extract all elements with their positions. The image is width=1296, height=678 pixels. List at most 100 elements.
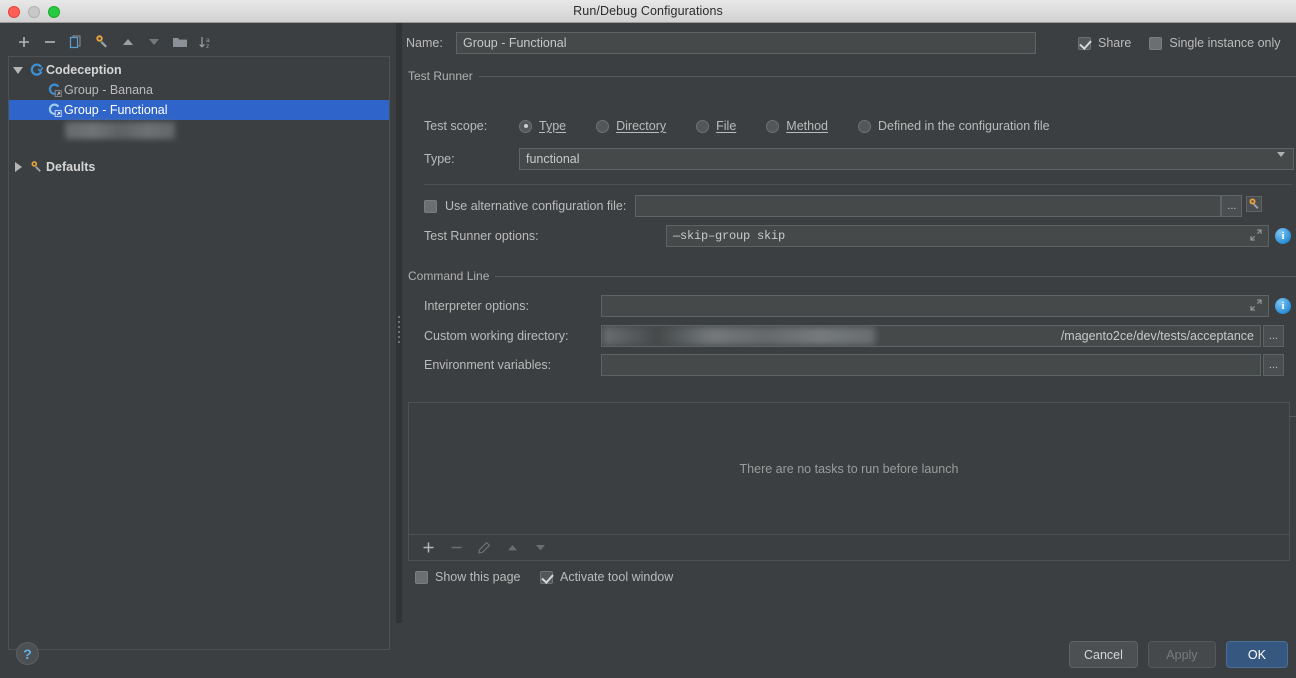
environment-variables-browse-button[interactable]: ... <box>1263 354 1284 376</box>
before-launch-toolbar <box>408 535 1290 561</box>
redacted-path-prefix <box>603 327 875 345</box>
before-launch-task-list[interactable]: There are no tasks to run before launch <box>408 402 1290 535</box>
type-value: functional <box>526 152 580 166</box>
environment-variables-input[interactable] <box>601 354 1261 376</box>
move-task-down-button <box>529 538 551 558</box>
alt-config-browse-button[interactable]: ... <box>1221 195 1243 217</box>
show-this-page-row[interactable]: Show this page <box>415 570 520 584</box>
add-task-button[interactable] <box>417 538 439 558</box>
form-divider <box>424 184 1292 185</box>
activate-tool-window-label: Activate tool window <box>560 570 674 584</box>
close-window-icon[interactable] <box>8 6 20 18</box>
runner-options-row: Test Runner options: —skip–group skip i <box>424 225 1291 247</box>
interpreter-options-info-icon[interactable]: i <box>1275 298 1291 314</box>
tree-item-defaults[interactable]: Defaults <box>9 157 389 177</box>
working-directory-input[interactable]: /magento2ce/dev/tests/acceptance <box>601 325 1261 347</box>
radio-file[interactable] <box>696 119 710 133</box>
activate-tool-window-row[interactable]: Activate tool window <box>540 570 673 584</box>
expand-collapse-icon[interactable] <box>9 162 27 172</box>
share-checkbox[interactable] <box>1078 36 1091 50</box>
expand-editor-icon[interactable] <box>1250 299 1262 314</box>
environment-variables-label: Environment variables: <box>424 358 552 372</box>
environment-variables-row: Environment variables: ... <box>424 354 1284 376</box>
show-this-page-checkbox[interactable] <box>415 570 428 584</box>
type-combobox[interactable]: functional <box>519 148 1294 171</box>
section-divider <box>478 75 1296 77</box>
tree-item-codeception[interactable]: Codeception <box>9 60 389 80</box>
add-configuration-button[interactable] <box>12 30 36 54</box>
apply-button[interactable]: Apply <box>1147 641 1216 668</box>
codeception-run-icon <box>45 83 63 97</box>
test-scope-option-directory[interactable]: Directory <box>596 119 666 133</box>
window-controls[interactable] <box>8 6 60 18</box>
name-label: Name: <box>406 36 443 50</box>
edit-defaults-button[interactable] <box>90 30 114 54</box>
radio-defined-in-config[interactable] <box>857 119 871 133</box>
use-alt-config-label: Use alternative configuration file: <box>445 199 627 213</box>
tree-item-label: Codeception <box>46 63 122 77</box>
minimize-window-icon[interactable] <box>28 6 40 18</box>
configurations-panel: a z Codeception Group - Banana Group - F… <box>0 23 397 678</box>
maximize-window-icon[interactable] <box>48 6 60 18</box>
radio-type[interactable] <box>519 119 532 133</box>
tree-item-redacted[interactable] <box>9 120 389 140</box>
test-scope-option-method[interactable]: Method <box>766 119 828 133</box>
configurations-tree[interactable]: Codeception Group - Banana Group - Funct… <box>9 57 389 177</box>
activate-tool-window-checkbox[interactable] <box>540 570 553 584</box>
help-button[interactable]: ? <box>16 642 39 665</box>
sort-alphabetically-button[interactable]: a z <box>194 30 218 54</box>
window-title: Run/Debug Configurations <box>573 4 723 18</box>
radio-directory[interactable] <box>596 119 610 133</box>
alt-config-input[interactable] <box>635 195 1222 217</box>
dialog-buttons: Cancel Apply OK <box>1069 641 1288 668</box>
wrench-gear-icon <box>27 160 45 174</box>
tree-item-group-banana[interactable]: Group - Banana <box>9 80 389 100</box>
tree-item-label: Group - Banana <box>64 83 153 97</box>
runner-options-info-icon[interactable]: i <box>1275 228 1291 244</box>
test-scope-label-file: File <box>716 119 737 133</box>
remove-configuration-button[interactable] <box>38 30 62 54</box>
test-scope-row: Test scope: Type Directory File Method D… <box>424 119 1050 133</box>
ok-button[interactable]: OK <box>1225 641 1288 668</box>
single-instance-label: Single instance only <box>1169 36 1281 50</box>
runner-options-value: —skip–group skip <box>673 229 786 243</box>
cancel-button[interactable]: Cancel <box>1069 641 1138 668</box>
configuration-form: Name: Group - Functional Share Single in… <box>402 23 1296 678</box>
test-scope-option-defined-in-config[interactable]: Defined in the configuration file <box>857 119 1050 133</box>
tree-item-group-functional[interactable]: Group - Functional <box>9 100 389 120</box>
expand-editor-icon[interactable] <box>1250 229 1262 245</box>
move-up-button[interactable] <box>116 30 140 54</box>
before-launch-empty-message: There are no tasks to run before launch <box>739 461 959 476</box>
radio-method[interactable] <box>766 119 780 133</box>
expand-collapse-icon[interactable] <box>9 66 27 74</box>
test-scope-label-method: Method <box>786 119 828 133</box>
interpreter-options-row: Interpreter options: i <box>424 295 1291 317</box>
interpreter-options-label: Interpreter options: <box>424 299 529 313</box>
type-row: Type: functional <box>424 148 1294 171</box>
runner-options-input[interactable]: —skip–group skip <box>666 225 1269 247</box>
copy-configuration-button[interactable] <box>64 30 88 54</box>
command-line-section-label: Command Line <box>408 269 490 283</box>
use-alt-config-checkbox[interactable] <box>424 199 437 213</box>
test-scope-option-file[interactable]: File <box>696 119 736 133</box>
working-directory-label: Custom working directory: <box>424 329 569 343</box>
alt-config-gear-icon[interactable] <box>1246 195 1263 217</box>
single-instance-checkbox[interactable] <box>1149 36 1163 50</box>
name-input[interactable]: Group - Functional <box>456 32 1036 54</box>
test-scope-label: Test scope: <box>424 119 488 133</box>
test-scope-label-defined-in-config: Defined in the configuration file <box>877 119 1050 133</box>
test-scope-option-type[interactable]: Type <box>519 119 566 133</box>
move-task-up-button <box>501 538 523 558</box>
interpreter-options-input[interactable] <box>601 295 1269 317</box>
working-directory-browse-button[interactable]: ... <box>1263 325 1284 347</box>
remove-task-button <box>445 538 467 558</box>
tree-item-label: Defaults <box>46 160 96 174</box>
chevron-down-icon[interactable] <box>1277 152 1285 171</box>
name-row: Name: Group - Functional Share Single in… <box>406 31 1292 55</box>
move-down-button[interactable] <box>142 30 166 54</box>
create-folder-button[interactable] <box>168 30 192 54</box>
command-line-section-header: Command Line <box>408 269 1296 283</box>
section-divider <box>495 275 1296 277</box>
configurations-tree-panel: Codeception Group - Banana Group - Funct… <box>8 56 390 650</box>
codeception-run-icon <box>45 103 63 117</box>
